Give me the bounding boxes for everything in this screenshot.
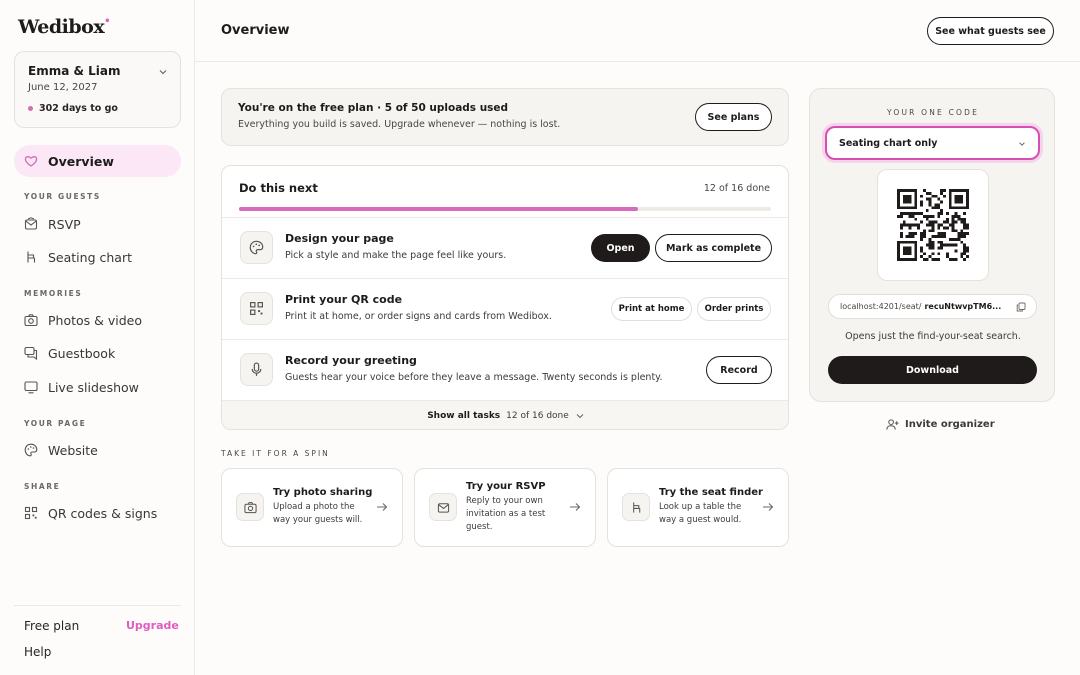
order-prints-button[interactable]: Order prints — [697, 297, 771, 321]
nav-section-page: YOUR PAGE — [24, 419, 87, 428]
task-row: Record your greeting Guests hear your vo… — [222, 339, 788, 400]
print-at-home-button[interactable]: Print at home — [611, 297, 692, 321]
banner-title: You're on the free plan · 5 of 50 upload… — [238, 102, 509, 114]
see-plans-button[interactable]: See plans — [695, 103, 772, 131]
sidebar-divider — [14, 605, 181, 606]
code-scope-select[interactable]: Seating chart only — [825, 126, 1040, 160]
spin-card-title: Try your RSVP — [466, 481, 546, 492]
url-code: recuNtwvpTM6... — [924, 302, 1002, 311]
plan-label: Free plan — [24, 619, 80, 633]
help-link[interactable]: Help — [24, 645, 51, 659]
arrow-right-icon — [376, 502, 388, 512]
open-button[interactable]: Open — [591, 234, 650, 262]
sidebar-item-photos[interactable]: Photos & video — [14, 304, 181, 336]
envelope-icon — [24, 217, 38, 231]
chat-bubble-icon — [24, 346, 38, 360]
envelope-icon — [429, 493, 457, 521]
chevron-down-icon — [1018, 140, 1026, 148]
copy-icon[interactable] — [1016, 302, 1026, 312]
tasks-progress-bar — [239, 207, 771, 211]
chevron-down-icon — [575, 411, 585, 421]
code-panel-heading: YOUR ONE CODE — [886, 108, 980, 117]
code-note: Opens just the find-your-seat search. — [845, 331, 1021, 342]
sidebar-item-overview[interactable]: Overview — [14, 145, 181, 177]
task-description: Guests hear your voice before they leave… — [285, 372, 663, 383]
event-countdown: 302 days to go — [28, 103, 118, 114]
task-name: Print your QR code — [285, 293, 403, 306]
sidebar-item-guestbook[interactable]: Guestbook — [14, 337, 181, 369]
url-host: localhost:4201/seat/ — [840, 302, 922, 311]
download-button[interactable]: Download — [828, 356, 1037, 384]
tasks-card: Do this next 12 of 16 done Design your p… — [221, 165, 789, 430]
try-seat-finder-card[interactable]: Try the seat finder Look up a table the … — [607, 468, 789, 547]
sidebar: Wedibox• Emma & Liam June 12, 2027 302 d… — [0, 0, 195, 675]
show-all-tasks-toggle[interactable]: Show all tasks 12 of 16 done — [222, 400, 788, 429]
chair-icon — [622, 493, 650, 521]
task-name: Record your greeting — [285, 354, 417, 367]
spin-card-title: Try photo sharing — [273, 487, 373, 498]
event-switcher[interactable]: Emma & Liam June 12, 2027 302 days to go — [14, 51, 181, 128]
event-date: June 12, 2027 — [28, 82, 98, 93]
seat-url-field[interactable]: localhost:4201/seat/ recuNtwvpTM6... — [828, 294, 1037, 319]
try-rsvp-card[interactable]: Try your RSVP Reply to your own invitati… — [414, 468, 596, 547]
spin-card-desc: Reply to your own invitation as a test g… — [466, 496, 546, 532]
invite-organizer-link[interactable]: Invite organizer — [886, 418, 995, 431]
camera-icon — [236, 493, 264, 521]
tasks-count: 12 of 16 done — [703, 183, 770, 194]
show-all-tasks-label: Show all tasks — [427, 411, 501, 421]
camera-icon — [24, 313, 38, 327]
sidebar-item-seating-chart[interactable]: Seating chart — [14, 241, 181, 273]
arrow-right-icon — [762, 502, 774, 512]
microphone-icon — [240, 353, 273, 386]
sidebar-item-website[interactable]: Website — [14, 434, 181, 466]
spin-card-title: Try the seat finder — [659, 487, 763, 498]
task-row: Print your QR code Print it at home, or … — [222, 278, 788, 339]
sidebar-item-qr-codes[interactable]: QR codes & signs — [14, 497, 181, 529]
chevron-down-icon — [158, 67, 168, 77]
one-code-panel: YOUR ONE CODE Seating chart only localho… — [809, 88, 1055, 402]
task-description: Pick a style and make the page feel like… — [285, 250, 507, 261]
qr-code-image — [877, 169, 989, 281]
spin-section-label: TAKE IT FOR A SPIN — [221, 449, 330, 458]
tasks-progress-fill — [239, 207, 638, 211]
monitor-icon — [24, 380, 38, 394]
heart-icon — [24, 154, 38, 168]
task-row: Design your page Pick a style and make t… — [222, 217, 788, 278]
show-all-tasks-count: 12 of 16 done — [506, 411, 569, 421]
palette-icon — [240, 231, 273, 264]
qr-code-icon — [240, 292, 273, 325]
app-logo[interactable]: Wedibox• — [18, 16, 111, 38]
spin-card-desc: Upload a photo the way your guests will. — [273, 502, 363, 525]
chair-icon — [24, 250, 38, 264]
sidebar-item-slideshow[interactable]: Live slideshow — [14, 371, 181, 403]
spin-card-desc: Look up a table the way a guest would. — [659, 502, 742, 525]
add-user-icon — [886, 418, 899, 431]
palette-icon — [24, 443, 38, 457]
event-name: Emma & Liam — [28, 64, 121, 78]
task-description: Print it at home, or order signs and car… — [285, 311, 552, 322]
try-photo-sharing-card[interactable]: Try photo sharing Upload a photo the way… — [221, 468, 403, 547]
nav-section-guests: YOUR GUESTS — [24, 192, 101, 201]
see-guest-view-button[interactable]: See what guests see — [927, 17, 1054, 45]
tasks-title: Do this next — [239, 181, 318, 195]
mark-complete-button[interactable]: Mark as complete — [655, 234, 772, 262]
record-button[interactable]: Record — [706, 356, 772, 384]
nav-section-memories: MEMORIES — [24, 289, 83, 298]
page-title: Overview — [221, 23, 290, 38]
countdown-dot-icon — [28, 106, 33, 111]
qr-code-icon — [24, 506, 38, 520]
sidebar-item-rsvp[interactable]: RSVP — [14, 208, 181, 240]
nav-section-share: SHARE — [24, 482, 61, 491]
task-name: Design your page — [285, 232, 394, 245]
arrow-right-icon — [569, 502, 581, 512]
upgrade-link[interactable]: Upgrade — [126, 619, 179, 632]
banner-subtitle: Everything you build is saved. Upgrade w… — [238, 119, 561, 130]
